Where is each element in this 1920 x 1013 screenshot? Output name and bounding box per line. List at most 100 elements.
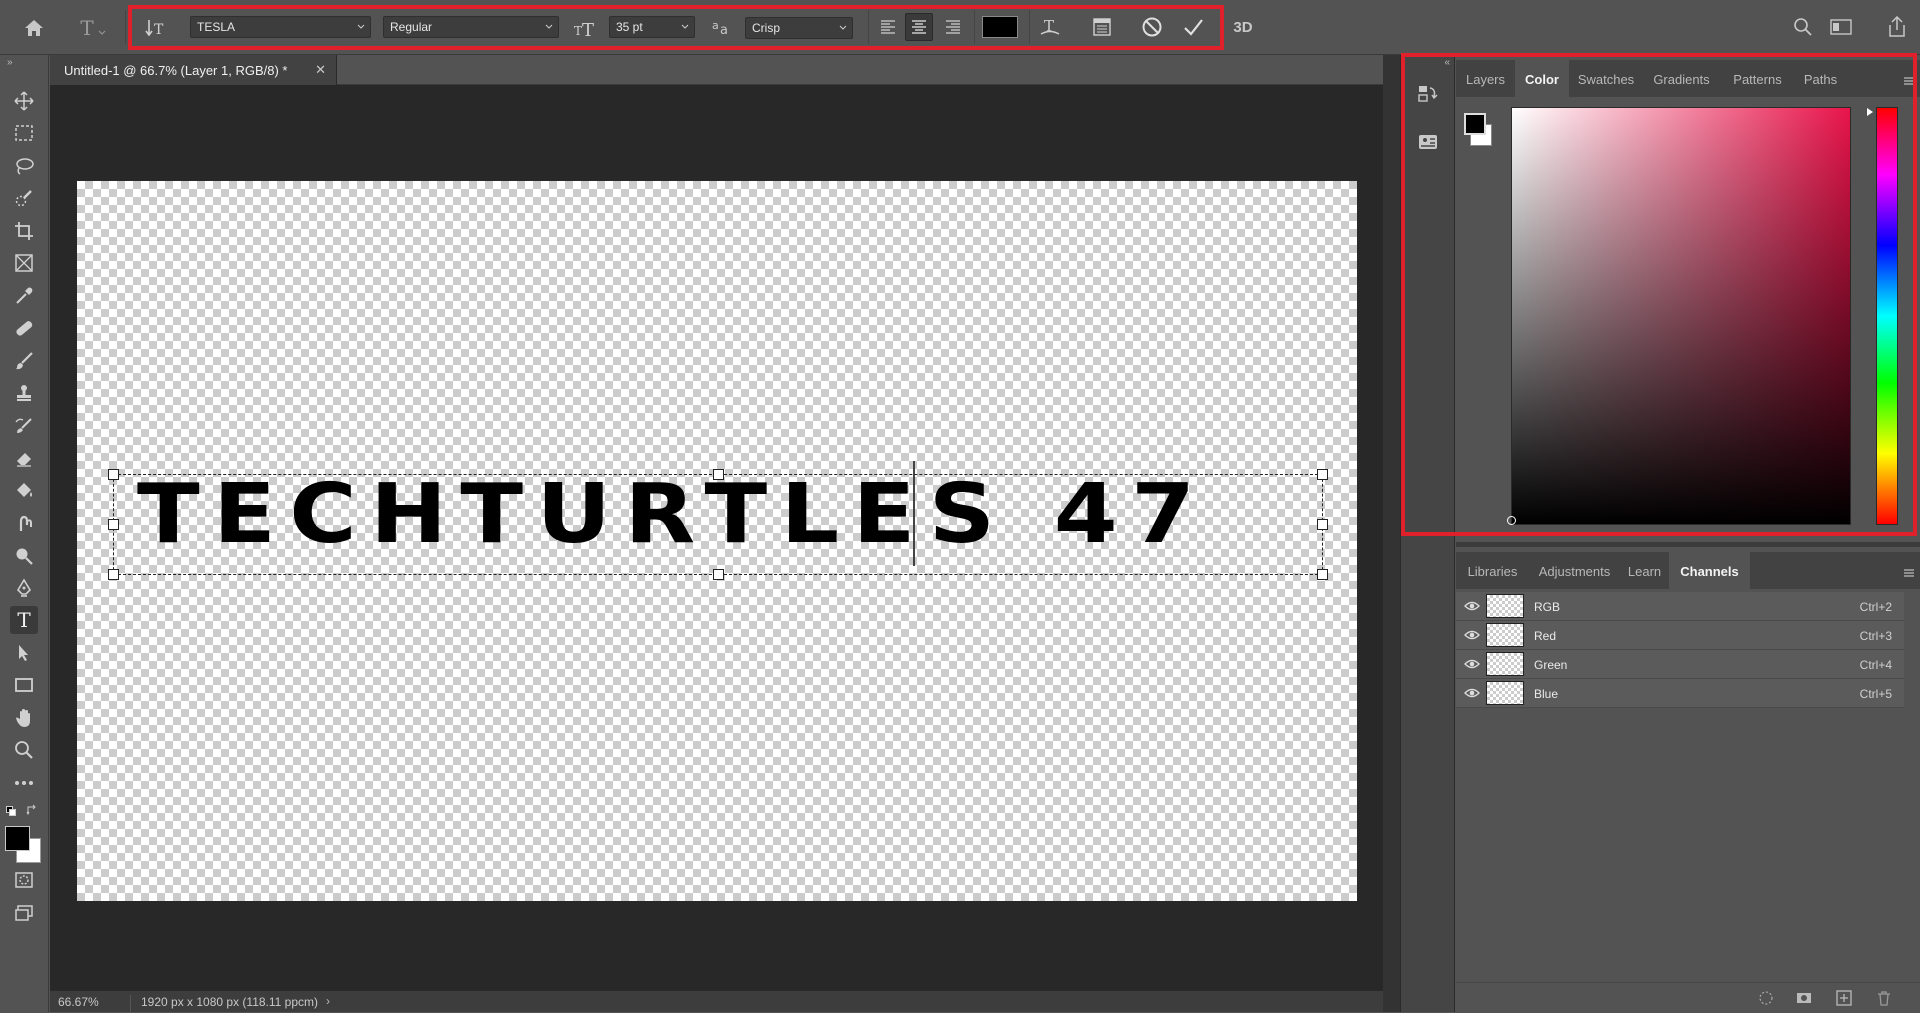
workspace-icon[interactable] [1826, 14, 1856, 40]
paint-bucket-tool-icon[interactable] [10, 477, 38, 505]
smudge-tool-icon[interactable] [10, 509, 38, 537]
vertical-scrollbar[interactable] [1383, 55, 1400, 1012]
text-orientation-icon[interactable]: T [142, 14, 170, 42]
zoom-level[interactable]: 66.67% [58, 995, 99, 1009]
tab-adjustments[interactable]: Adjustments [1529, 552, 1620, 589]
zoom-tool-icon[interactable] [10, 736, 38, 764]
dodge-tool-icon[interactable] [10, 542, 38, 570]
rectangle-tool-icon[interactable] [10, 671, 38, 699]
eraser-tool-icon[interactable] [10, 444, 38, 472]
tab-learn[interactable]: Learn [1620, 552, 1669, 589]
healing-brush-tool-icon[interactable] [10, 314, 38, 342]
font-size-field[interactable]: 35 pt [609, 16, 695, 38]
eye-icon[interactable] [1464, 658, 1480, 670]
collapse-panels-icon[interactable]: « [1444, 57, 1450, 68]
properties-panel-icon[interactable] [1413, 127, 1443, 157]
hand-tool-icon[interactable] [10, 704, 38, 732]
channel-row-red[interactable]: Red Ctrl+3 [1456, 621, 1904, 650]
home-icon[interactable] [20, 14, 48, 42]
eye-icon[interactable] [1464, 629, 1480, 641]
font-style-select[interactable]: Regular [383, 16, 559, 38]
hue-slider[interactable] [1876, 107, 1898, 525]
tab-libraries[interactable]: Libraries [1456, 552, 1529, 589]
font-family-select[interactable]: TESLA [190, 16, 371, 38]
document-tab[interactable]: Untitled-1 @ 66.7% (Layer 1, RGB/8) * ✕ [50, 55, 337, 85]
saturation-brightness-field[interactable] [1511, 107, 1851, 525]
text-layer[interactable]: TECHTURTLES 47 [137, 474, 1447, 556]
hue-slider-marker-icon[interactable] [1866, 107, 1874, 117]
marquee-tool-icon[interactable] [10, 119, 38, 147]
panel-menu-icon[interactable] [1902, 568, 1916, 582]
transform-handle[interactable] [108, 469, 119, 480]
channel-row-rgb[interactable]: RGB Ctrl+2 [1456, 592, 1904, 621]
share-icon[interactable] [1883, 13, 1911, 41]
channel-row-green[interactable]: Green Ctrl+4 [1456, 650, 1904, 679]
eye-icon[interactable] [1464, 687, 1480, 699]
channel-shortcut: Ctrl+4 [1859, 658, 1892, 672]
channel-thumbnail [1486, 623, 1524, 647]
canvas-area[interactable]: TECHTURTLES 47 [50, 85, 1383, 990]
crop-tool-icon[interactable] [10, 217, 38, 245]
load-selection-icon[interactable] [1756, 989, 1776, 1007]
new-channel-icon[interactable] [1834, 989, 1854, 1007]
cancel-icon[interactable] [1138, 13, 1166, 41]
eye-icon[interactable] [1464, 600, 1480, 612]
tab-color[interactable]: Color [1515, 60, 1569, 97]
tab-paths[interactable]: Paths [1795, 60, 1846, 97]
save-selection-icon[interactable] [1794, 989, 1814, 1007]
brush-tool-icon[interactable] [10, 347, 38, 375]
pen-tool-icon[interactable] [10, 574, 38, 602]
panel-menu-icon[interactable] [1902, 76, 1916, 90]
panel-fg-swatch[interactable] [1464, 113, 1486, 135]
close-tab-icon[interactable]: ✕ [315, 62, 326, 78]
tab-gradients[interactable]: Gradients [1643, 60, 1720, 97]
transform-handle[interactable] [713, 569, 724, 580]
quick-selection-tool-icon[interactable] [10, 184, 38, 212]
collapse-toolbar-icon[interactable]: » [7, 57, 13, 68]
canvas[interactable]: TECHTURTLES 47 [77, 181, 1357, 901]
status-menu-arrow-icon[interactable]: › [326, 994, 330, 1008]
screen-mode-icon[interactable] [10, 899, 38, 927]
history-brush-tool-icon[interactable] [10, 412, 38, 440]
text-color-swatch[interactable] [982, 16, 1018, 38]
type-tool-icon[interactable]: T [10, 606, 38, 634]
text-cursor [913, 461, 915, 566]
move-tool-icon[interactable] [10, 87, 38, 115]
channel-shortcut: Ctrl+2 [1859, 600, 1892, 614]
warp-text-icon[interactable]: T [1036, 13, 1064, 41]
type-tool-preset-icon[interactable]: T [74, 14, 112, 42]
delete-channel-icon[interactable] [1874, 989, 1894, 1007]
tab-layers[interactable]: Layers [1456, 60, 1515, 97]
3d-button[interactable]: 3D [1228, 13, 1258, 41]
eyedropper-tool-icon[interactable] [10, 282, 38, 310]
align-right-icon[interactable] [940, 13, 966, 41]
tab-patterns[interactable]: Patterns [1720, 60, 1795, 97]
more-tools-icon[interactable] [10, 769, 38, 797]
foreground-color-swatch[interactable] [5, 826, 30, 851]
clone-stamp-tool-icon[interactable] [10, 379, 38, 407]
align-left-icon[interactable] [875, 13, 901, 41]
align-center-icon[interactable] [905, 13, 933, 41]
transform-handle[interactable] [1317, 569, 1328, 580]
separator [125, 10, 126, 44]
doc-info[interactable]: 1920 px x 1080 px (118.11 ppcm) [130, 995, 345, 1013]
tab-channels[interactable]: Channels [1669, 552, 1750, 589]
commit-icon[interactable] [1179, 13, 1207, 41]
transform-handle[interactable] [108, 519, 119, 530]
path-selection-tool-icon[interactable] [10, 639, 38, 667]
quick-mask-icon[interactable] [10, 866, 38, 894]
color-picker-cursor[interactable] [1507, 516, 1516, 525]
document-tab-bar: Untitled-1 @ 66.7% (Layer 1, RGB/8) * ✕ [50, 55, 1383, 85]
character-panel-icon[interactable] [1088, 13, 1116, 41]
tab-swatches[interactable]: Swatches [1569, 60, 1643, 97]
frame-tool-icon[interactable] [10, 249, 38, 277]
swap-colors-icon[interactable] [26, 804, 38, 816]
default-colors-icon[interactable] [6, 806, 16, 816]
channel-row-blue[interactable]: Blue Ctrl+5 [1456, 679, 1904, 708]
panel-icon-strip: « [1400, 55, 1455, 1012]
history-panel-icon[interactable] [1413, 79, 1443, 109]
lasso-tool-icon[interactable] [10, 152, 38, 180]
search-icon[interactable] [1790, 14, 1816, 40]
antialias-select[interactable]: Crisp [745, 17, 853, 39]
transform-handle[interactable] [108, 569, 119, 580]
